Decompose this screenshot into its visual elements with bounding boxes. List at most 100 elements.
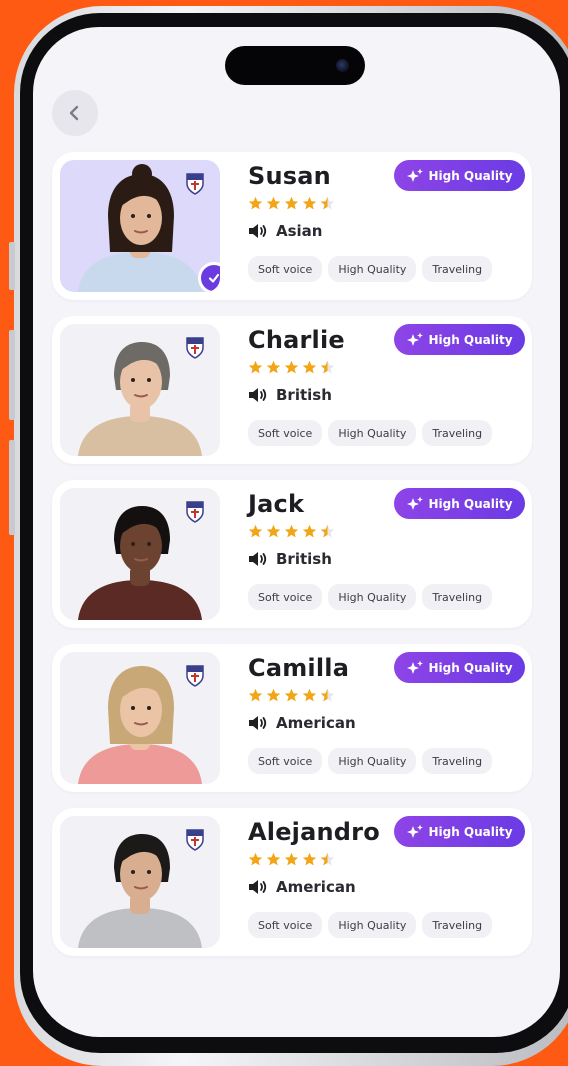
tag-chip[interactable]: Soft voice (248, 256, 323, 282)
dynamic-island (225, 46, 365, 85)
voice-card-alejandro[interactable]: Alejandro High Quality American Soft voi… (52, 808, 532, 956)
avatar-photo (60, 160, 220, 292)
tag-chip[interactable]: Soft voice (248, 912, 323, 938)
accent-label: British (276, 550, 332, 568)
tag-list: Soft voice High Quality Traveling (248, 420, 493, 446)
tag-chip[interactable]: High Quality (328, 912, 417, 938)
sparkle-icon (407, 332, 424, 346)
high-quality-badge[interactable]: High Quality (394, 160, 525, 191)
volume-up-button (9, 242, 15, 290)
voice-card-susan[interactable]: Susan High Quality Asian Soft voice High … (52, 152, 532, 300)
accent-label: American (276, 714, 356, 732)
star-icon (248, 852, 263, 866)
high-quality-badge[interactable]: High Quality (394, 816, 525, 847)
chevron-left-icon (69, 105, 79, 121)
star-icon (302, 524, 317, 538)
star-icon (248, 360, 263, 374)
voice-card-camilla[interactable]: Camilla High Quality American Soft voice… (52, 644, 532, 792)
back-button[interactable] (52, 90, 98, 136)
star-icon (248, 196, 263, 210)
voice-card-jack[interactable]: Jack High Quality British Soft voice High… (52, 480, 532, 628)
voice-card-charlie[interactable]: Charlie High Quality British Soft voice H… (52, 316, 532, 464)
star-icon (284, 852, 299, 866)
star-half-icon (320, 688, 335, 702)
avatar-photo (60, 652, 220, 784)
voice-name: Camilla (248, 654, 350, 682)
tag-chip[interactable]: Soft voice (248, 420, 323, 446)
accent-label: Asian (276, 222, 323, 240)
speaker-icon (249, 552, 267, 566)
high-quality-badge[interactable]: High Quality (394, 488, 525, 519)
tag-chip[interactable]: High Quality (328, 420, 417, 446)
accent-label: British (276, 386, 332, 404)
tag-chip[interactable]: Traveling (422, 912, 493, 938)
tag-list: Soft voice High Quality Traveling (248, 256, 493, 282)
avatar-photo (60, 816, 220, 948)
accent-row: Asian (248, 222, 322, 240)
star-icon (284, 360, 299, 374)
star-half-icon (320, 360, 335, 374)
accent-row: British (248, 550, 332, 568)
tag-chip[interactable]: Traveling (422, 420, 493, 446)
star-icon (248, 524, 263, 538)
star-icon (266, 524, 281, 538)
tag-list: Soft voice High Quality Traveling (248, 912, 493, 938)
tag-list: Soft voice High Quality Traveling (248, 748, 493, 774)
high-quality-label: High Quality (428, 168, 513, 183)
tag-chip[interactable]: Soft voice (248, 584, 323, 610)
tag-chip[interactable]: High Quality (328, 584, 417, 610)
voice-name: Charlie (248, 326, 345, 354)
star-half-icon (320, 524, 335, 538)
tag-chip[interactable]: High Quality (328, 256, 417, 282)
star-icon (284, 688, 299, 702)
selected-check-icon (198, 262, 220, 292)
high-quality-label: High Quality (428, 660, 513, 675)
high-quality-label: High Quality (428, 824, 513, 839)
tag-list: Soft voice High Quality Traveling (248, 584, 493, 610)
star-rating (248, 524, 335, 539)
side-button (9, 440, 15, 535)
star-icon (284, 196, 299, 210)
sparkle-icon (407, 168, 424, 182)
star-icon (302, 360, 317, 374)
sparkle-icon (407, 824, 424, 838)
high-quality-badge[interactable]: High Quality (394, 324, 525, 355)
sparkle-icon (407, 496, 424, 510)
star-icon (266, 196, 281, 210)
high-quality-label: High Quality (428, 496, 513, 511)
accent-row: American (248, 878, 356, 896)
star-rating (248, 196, 335, 211)
star-icon (266, 360, 281, 374)
avatar-photo (60, 324, 220, 456)
tag-chip[interactable]: Traveling (422, 256, 493, 282)
tag-chip[interactable]: Soft voice (248, 748, 323, 774)
volume-down-button (9, 330, 15, 420)
accent-row: British (248, 386, 332, 404)
tag-chip[interactable]: High Quality (328, 748, 417, 774)
speaker-icon (249, 388, 267, 402)
tag-chip[interactable]: Traveling (422, 584, 493, 610)
star-icon (302, 688, 317, 702)
seal-icon (186, 665, 204, 687)
star-rating (248, 688, 335, 703)
accent-label: American (276, 878, 356, 896)
voice-name: Jack (248, 490, 305, 518)
speaker-icon (249, 716, 267, 730)
tag-chip[interactable]: Traveling (422, 748, 493, 774)
star-icon (266, 852, 281, 866)
shield-crest-icon (186, 337, 204, 359)
shield-crest-icon (186, 173, 204, 195)
shield-crest-icon (186, 829, 204, 851)
star-icon (248, 688, 263, 702)
sparkle-icon (407, 660, 424, 674)
high-quality-badge[interactable]: High Quality (394, 652, 525, 683)
star-icon (266, 688, 281, 702)
voice-name: Alejandro (248, 818, 380, 846)
high-quality-label: High Quality (428, 332, 513, 347)
speaker-icon (249, 880, 267, 894)
star-icon (302, 852, 317, 866)
star-half-icon (320, 852, 335, 866)
star-icon (284, 524, 299, 538)
star-rating (248, 360, 335, 375)
accent-row: American (248, 714, 356, 732)
